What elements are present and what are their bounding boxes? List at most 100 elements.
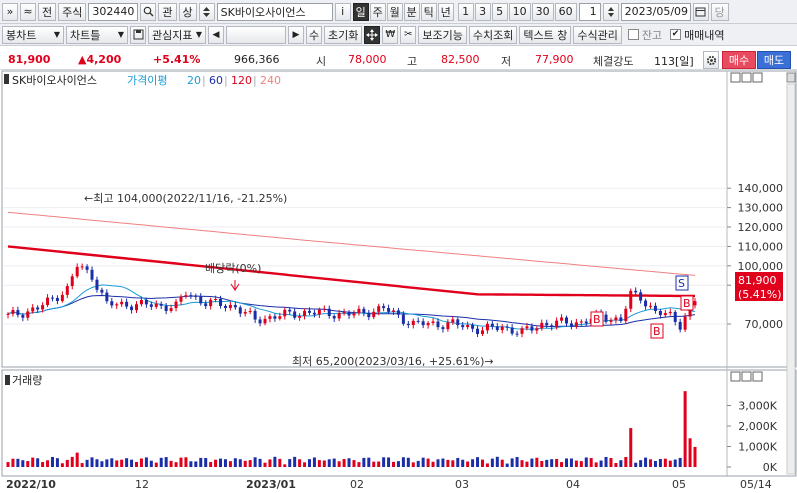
date-input[interactable]: 2023/05/09	[620, 2, 691, 21]
scroll-right-icon[interactable]: ▶	[288, 25, 304, 44]
text-window-button[interactable]: 텍스트 창	[519, 25, 572, 44]
candle-body	[41, 305, 45, 310]
volume-bar	[644, 457, 648, 467]
reset-button[interactable]: 초기화	[324, 25, 363, 44]
period-tab[interactable]: 주	[369, 2, 386, 21]
aux-function-button[interactable]: 보조기능	[418, 25, 467, 44]
buy-button[interactable]: 매수	[722, 51, 756, 69]
candle-body	[11, 310, 15, 314]
candle-body	[263, 318, 267, 324]
volume-title-marker	[5, 375, 10, 385]
chart-frame-dropdown[interactable]: 차트틀 ▼	[66, 25, 128, 44]
scroll-up-icon[interactable]	[786, 72, 796, 83]
volume-bar	[515, 457, 519, 467]
volume-panel-controls[interactable]	[730, 371, 763, 382]
vertical-scrollbar[interactable]	[786, 83, 796, 475]
count-input[interactable]: 1	[578, 2, 601, 21]
candle-body	[535, 328, 539, 331]
period-tab[interactable]: 틱	[420, 2, 437, 21]
stepper-icon[interactable]	[198, 2, 215, 21]
save-icon[interactable]	[130, 25, 146, 44]
volume-bar	[258, 458, 262, 467]
sell-button[interactable]: 매도	[757, 51, 791, 69]
candle-body	[347, 311, 351, 316]
formula-manage-button[interactable]: 수식관리	[573, 25, 622, 44]
candle-body	[426, 322, 430, 326]
toggle-button[interactable]: ≈	[20, 2, 36, 21]
x-tick-label: 02	[350, 478, 364, 491]
indicator-list[interactable]	[226, 25, 286, 44]
value-lookup-button[interactable]: 수치조회	[468, 25, 518, 44]
volume-bar	[50, 456, 54, 467]
candle-body	[451, 319, 455, 323]
volume-bar	[564, 458, 568, 467]
minute-tab[interactable]: 10	[508, 2, 531, 21]
scroll-left-icon[interactable]: ◀	[208, 25, 224, 44]
vol-panel-maximize-icon[interactable]	[741, 371, 752, 382]
low-annotation: 최저 65,200(2023/03/16, +25.61%)→	[292, 355, 494, 368]
crosshair-move-icon[interactable]	[364, 25, 381, 44]
volume-bar	[130, 459, 134, 467]
buy-marker-label: B	[683, 297, 691, 310]
candle-body	[169, 308, 173, 311]
stock-code-input[interactable]: 302440	[88, 2, 139, 21]
candle-body	[100, 289, 104, 293]
volume-bar	[490, 458, 494, 467]
open-label: 시	[316, 55, 327, 68]
period-tab[interactable]: 분	[403, 2, 420, 21]
period-tab[interactable]: 월	[386, 2, 403, 21]
period-tab[interactable]: 년	[437, 2, 454, 21]
candle-body	[382, 306, 386, 309]
minute-tab[interactable]: 5	[491, 2, 508, 21]
vol-panel-close-icon[interactable]	[752, 371, 763, 382]
tab-stock[interactable]: 주식	[58, 2, 87, 21]
watchlist-button[interactable]: 관	[158, 2, 177, 21]
won-icon[interactable]: ₩	[382, 25, 399, 44]
chart-area[interactable]: 140,000130,000120,000110,000100,00090,00…	[0, 70, 797, 493]
settings-gear-icon[interactable]	[703, 51, 719, 69]
chevron-down-icon: ▼	[117, 30, 124, 39]
volume-bar	[90, 457, 94, 467]
volume-tick-label: 0K	[763, 461, 778, 474]
trade-history-toggle[interactable]: ✔ 매매내역	[670, 27, 725, 43]
balance-checkbox[interactable]	[627, 29, 639, 40]
candle-body	[258, 319, 262, 324]
minute-tab[interactable]: 3	[474, 2, 491, 21]
candle-body	[490, 323, 494, 327]
panel-close-icon[interactable]	[752, 72, 763, 83]
volume-bar	[387, 457, 391, 467]
panel-maximize-icon[interactable]	[741, 72, 752, 83]
volume-bar	[367, 457, 371, 467]
volume-bar	[317, 460, 321, 467]
info-button[interactable]: i	[334, 2, 351, 21]
today-button[interactable]: 당	[710, 2, 729, 21]
count-stepper-icon[interactable]	[602, 2, 619, 21]
period-tab[interactable]: 일	[352, 2, 369, 21]
indicator-dropdown[interactable]: 관심지표 ▼	[148, 25, 206, 44]
volume-bar	[476, 457, 480, 467]
collapse-button[interactable]: »	[2, 2, 18, 21]
scissors-icon[interactable]: ✂	[400, 25, 417, 44]
minute-tab[interactable]: 60	[554, 2, 577, 21]
tab-all[interactable]: 전	[38, 2, 57, 21]
volume-bar	[16, 458, 20, 467]
search-icon[interactable]	[140, 2, 157, 21]
candle-body	[609, 320, 613, 322]
vol-panel-minimize-icon[interactable]	[730, 371, 741, 382]
balance-toggle[interactable]: 잔고	[627, 27, 662, 43]
sang-button[interactable]: 상	[178, 2, 197, 21]
trade-history-checkbox[interactable]: ✔	[670, 29, 682, 40]
candle-chart-dropdown[interactable]: 봉차트 ▼	[2, 25, 64, 44]
candle-body	[574, 322, 578, 327]
su-button[interactable]: 수	[306, 25, 322, 44]
candle-body	[476, 328, 480, 335]
minute-tab[interactable]: 1	[457, 2, 474, 21]
volume-bar	[604, 456, 608, 467]
panel-minimize-icon[interactable]	[730, 72, 741, 83]
stock-chart[interactable]: 140,000130,000120,000110,000100,00090,00…	[0, 70, 797, 493]
calendar-icon[interactable]	[692, 2, 709, 21]
stock-name-field[interactable]: SK바이오사이언스	[216, 2, 333, 21]
volume-bar	[65, 459, 69, 467]
volume-bar	[362, 457, 366, 467]
minute-tab[interactable]: 30	[531, 2, 554, 21]
